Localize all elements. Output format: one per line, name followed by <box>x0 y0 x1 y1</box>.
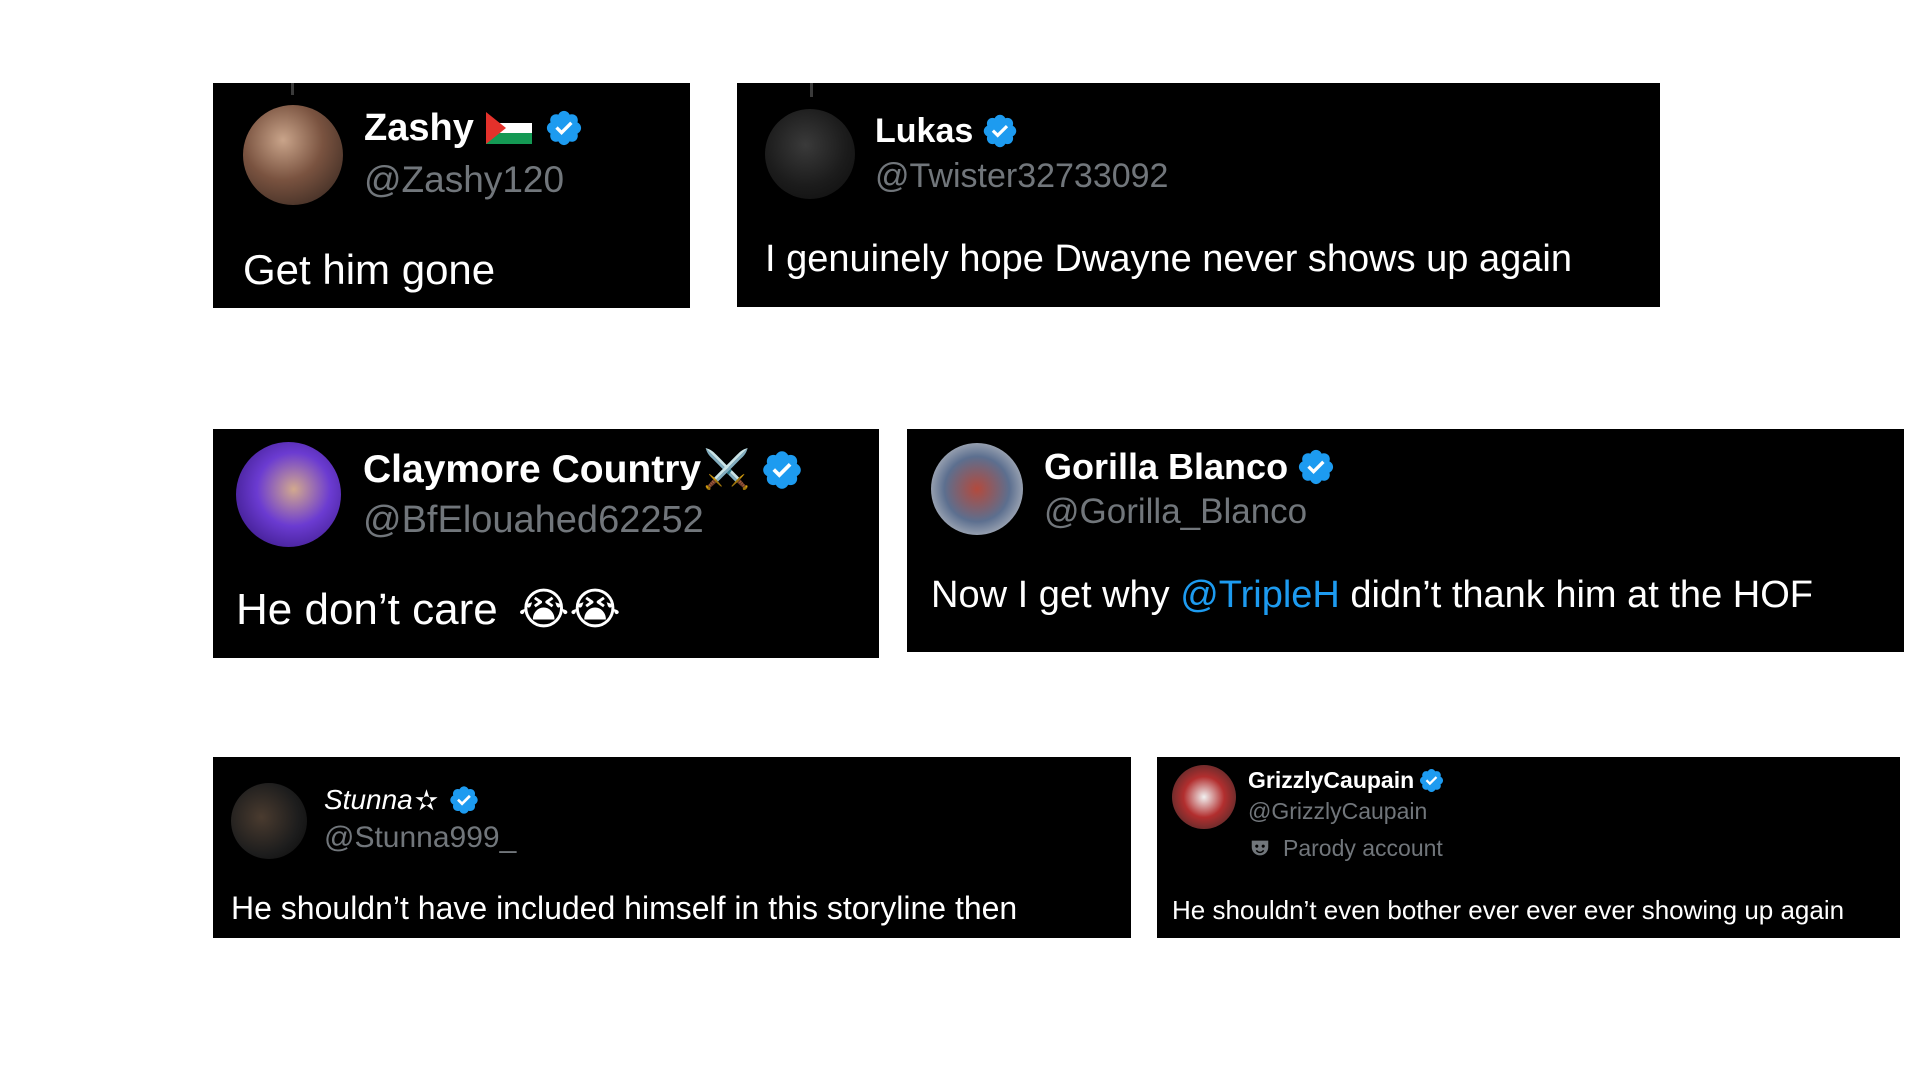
tweet-card-claymore-country[interactable]: Claymore Country ⚔️ @BfElouahed62252 He … <box>213 429 879 658</box>
tweet-text: Now I get why @TripleH didn’t thank him … <box>931 574 1813 617</box>
palestine-flag-icon <box>485 112 532 144</box>
tweet-card-gorilla-blanco[interactable]: Gorilla Blanco @Gorilla_Blanco Now I get… <box>907 429 1904 652</box>
display-name[interactable]: Zashy <box>364 107 474 150</box>
verified-badge-icon <box>1298 449 1334 485</box>
thread-connector <box>810 83 813 97</box>
tweet-card-zashy[interactable]: Zashy @Zashy120 Get him gone <box>213 83 690 308</box>
mention-link[interactable]: @TripleH <box>1180 574 1340 616</box>
thread-connector <box>291 83 294 95</box>
tweet-text: He don’t care 😭😭 <box>236 584 621 635</box>
verified-badge-icon <box>1420 768 1444 792</box>
display-name[interactable]: Stunna <box>324 784 413 816</box>
verified-badge-icon <box>546 110 581 146</box>
tweet-text: He shouldn’t have included himself in th… <box>231 890 1018 926</box>
tweet-text: He shouldn’t even bother ever ever ever … <box>1172 895 1845 925</box>
tweet-text-before: Now I get why <box>931 574 1181 616</box>
avatar[interactable] <box>231 783 307 859</box>
crossed-swords-icon: ⚔️ <box>703 449 751 491</box>
display-name[interactable]: Claymore Country <box>363 448 701 492</box>
user-handle[interactable]: @Zashy120 <box>364 159 564 201</box>
star-symbol-icon: ✫ <box>414 784 439 816</box>
tweet-text: I genuinely hope Dwayne never shows up a… <box>765 238 1572 280</box>
tweet-text: Get him gone <box>243 246 496 293</box>
display-name[interactable]: GrizzlyCaupain <box>1248 767 1414 794</box>
tweet-card-stunna[interactable]: Stunna ✫ @Stunna999_ He shouldn’t have i… <box>213 757 1131 938</box>
loudly-crying-face-icon: 😭😭 <box>517 585 621 634</box>
display-name[interactable]: Lukas <box>875 112 973 151</box>
avatar[interactable] <box>931 443 1023 535</box>
avatar[interactable] <box>765 109 855 199</box>
tweet-text-after: didn’t thank him at the HOF <box>1339 574 1813 616</box>
user-handle[interactable]: @BfElouahed62252 <box>363 499 704 542</box>
user-handle[interactable]: @Gorilla_Blanco <box>1044 492 1307 532</box>
tweet-card-lukas[interactable]: Lukas @Twister32733092 I genuinely hope … <box>737 83 1660 307</box>
parody-mask-icon <box>1251 840 1269 856</box>
tweet-text-content: He don’t care <box>236 585 498 634</box>
display-name[interactable]: Gorilla Blanco <box>1044 446 1288 488</box>
avatar[interactable] <box>1172 765 1236 829</box>
parody-account-text: Parody account <box>1283 834 1443 861</box>
verified-badge-icon <box>984 114 1017 148</box>
parody-account-label: Parody account <box>1249 834 1443 862</box>
avatar[interactable] <box>243 105 343 205</box>
user-handle[interactable]: @Twister32733092 <box>875 157 1168 196</box>
user-handle[interactable]: @GrizzlyCaupain <box>1248 798 1427 825</box>
user-handle[interactable]: @Stunna999_ <box>324 821 516 855</box>
avatar[interactable] <box>236 442 341 547</box>
verified-badge-icon <box>450 786 478 814</box>
verified-badge-icon <box>763 451 802 489</box>
tweet-card-grizzlycaupain[interactable]: GrizzlyCaupain @GrizzlyCaupain Parody ac… <box>1157 757 1900 938</box>
